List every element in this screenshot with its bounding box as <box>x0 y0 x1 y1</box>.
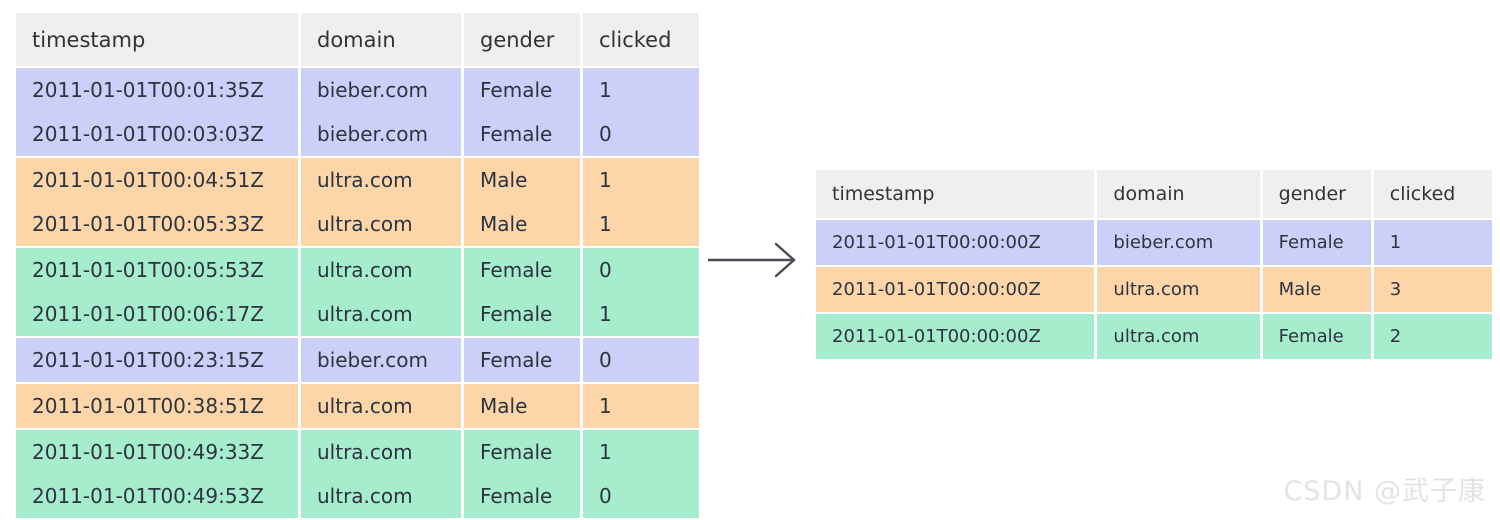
table-row: 2011-01-01T00:23:15Z bieber.com Female 0 <box>16 336 699 382</box>
cell-gender: Female <box>464 292 580 336</box>
table-row: 2011-01-01T00:38:51Z ultra.com Male 1 <box>16 382 699 428</box>
table-row: 2011-01-01T00:06:17Z ultra.com Female 1 <box>16 292 699 336</box>
table-body: 2011-01-01T00:00:00Z bieber.com Female 1 201… <box>816 218 1492 359</box>
cell-clicked: 2 <box>1373 312 1492 359</box>
column-header-timestamp: timestamp <box>816 170 1095 218</box>
cell-gender: Female <box>1262 218 1371 265</box>
cell-gender: Female <box>464 474 580 518</box>
cell-timestamp: 2011-01-01T00:01:35Z <box>16 66 298 112</box>
cell-timestamp: 2011-01-01T00:38:51Z <box>16 382 298 428</box>
column-header-clicked: clicked <box>1373 170 1492 218</box>
cell-timestamp: 2011-01-01T00:05:53Z <box>16 246 298 292</box>
cell-clicked: 1 <box>583 382 699 428</box>
source-events-table: timestamp domain gender clicked 2011-01-… <box>13 13 702 518</box>
cell-timestamp: 2011-01-01T00:00:00Z <box>816 218 1095 265</box>
cell-gender: Male <box>464 202 580 246</box>
cell-timestamp: 2011-01-01T00:03:03Z <box>16 112 298 156</box>
cell-clicked: 1 <box>1373 218 1492 265</box>
cell-gender: Female <box>1262 312 1371 359</box>
cell-gender: Male <box>464 156 580 202</box>
column-header-domain: domain <box>301 13 461 66</box>
cell-clicked: 1 <box>583 202 699 246</box>
cell-timestamp: 2011-01-01T00:49:53Z <box>16 474 298 518</box>
cell-domain: ultra.com <box>301 428 461 474</box>
cell-clicked: 1 <box>583 66 699 112</box>
column-header-domain: domain <box>1097 170 1260 218</box>
cell-gender: Male <box>1262 265 1371 312</box>
cell-clicked: 3 <box>1373 265 1492 312</box>
table-row: 2011-01-01T00:49:33Z ultra.com Female 1 <box>16 428 699 474</box>
column-header-clicked: clicked <box>583 13 699 66</box>
watermark: CSDN @武子康 <box>1283 476 1486 507</box>
cell-clicked: 0 <box>583 474 699 518</box>
cell-clicked: 1 <box>583 156 699 202</box>
cell-gender: Female <box>464 66 580 112</box>
header-row: timestamp domain gender clicked <box>816 170 1492 218</box>
column-header-gender: gender <box>464 13 580 66</box>
cell-timestamp: 2011-01-01T00:06:17Z <box>16 292 298 336</box>
table-row: 2011-01-01T00:03:03Z bieber.com Female 0 <box>16 112 699 156</box>
cell-domain: bieber.com <box>301 66 461 112</box>
cell-gender: Female <box>464 336 580 382</box>
table-row: 2011-01-01T00:00:00Z bieber.com Female 1 <box>816 218 1492 265</box>
table-row: 2011-01-01T00:00:00Z ultra.com Female 2 <box>816 312 1492 359</box>
table-row: 2011-01-01T00:00:00Z ultra.com Male 3 <box>816 265 1492 312</box>
cell-timestamp: 2011-01-01T00:23:15Z <box>16 336 298 382</box>
cell-clicked: 1 <box>583 292 699 336</box>
cell-timestamp: 2011-01-01T00:04:51Z <box>16 156 298 202</box>
cell-gender: Female <box>464 112 580 156</box>
cell-timestamp: 2011-01-01T00:49:33Z <box>16 428 298 474</box>
cell-domain: ultra.com <box>301 246 461 292</box>
cell-clicked: 0 <box>583 246 699 292</box>
cell-domain: bieber.com <box>301 336 461 382</box>
cell-clicked: 1 <box>583 428 699 474</box>
cell-domain: ultra.com <box>1097 312 1260 359</box>
cell-timestamp: 2011-01-01T00:05:33Z <box>16 202 298 246</box>
aggregated-events-table: timestamp domain gender clicked 2011-01-… <box>813 170 1495 359</box>
cell-domain: ultra.com <box>301 292 461 336</box>
cell-timestamp: 2011-01-01T00:00:00Z <box>816 265 1095 312</box>
cell-clicked: 0 <box>583 112 699 156</box>
right-arrow-icon <box>708 242 796 278</box>
header-row: timestamp domain gender clicked <box>16 13 699 66</box>
table-row: 2011-01-01T00:01:35Z bieber.com Female 1 <box>16 66 699 112</box>
cell-timestamp: 2011-01-01T00:00:00Z <box>816 312 1095 359</box>
table-row: 2011-01-01T00:49:53Z ultra.com Female 0 <box>16 474 699 518</box>
table-row: 2011-01-01T00:05:33Z ultra.com Male 1 <box>16 202 699 246</box>
table-row: 2011-01-01T00:05:53Z ultra.com Female 0 <box>16 246 699 292</box>
cell-domain: ultra.com <box>301 474 461 518</box>
cell-clicked: 0 <box>583 336 699 382</box>
cell-gender: Male <box>464 382 580 428</box>
cell-domain: bieber.com <box>301 112 461 156</box>
column-header-gender: gender <box>1262 170 1371 218</box>
table-body: 2011-01-01T00:01:35Z bieber.com Female 1 201… <box>16 66 699 518</box>
cell-domain: ultra.com <box>301 202 461 246</box>
table-row: 2011-01-01T00:04:51Z ultra.com Male 1 <box>16 156 699 202</box>
cell-gender: Female <box>464 246 580 292</box>
cell-gender: Female <box>464 428 580 474</box>
cell-domain: bieber.com <box>1097 218 1260 265</box>
table-header: timestamp domain gender clicked <box>816 170 1492 218</box>
cell-domain: ultra.com <box>301 382 461 428</box>
cell-domain: ultra.com <box>1097 265 1260 312</box>
table-header: timestamp domain gender clicked <box>16 13 699 66</box>
column-header-timestamp: timestamp <box>16 13 298 66</box>
cell-domain: ultra.com <box>301 156 461 202</box>
